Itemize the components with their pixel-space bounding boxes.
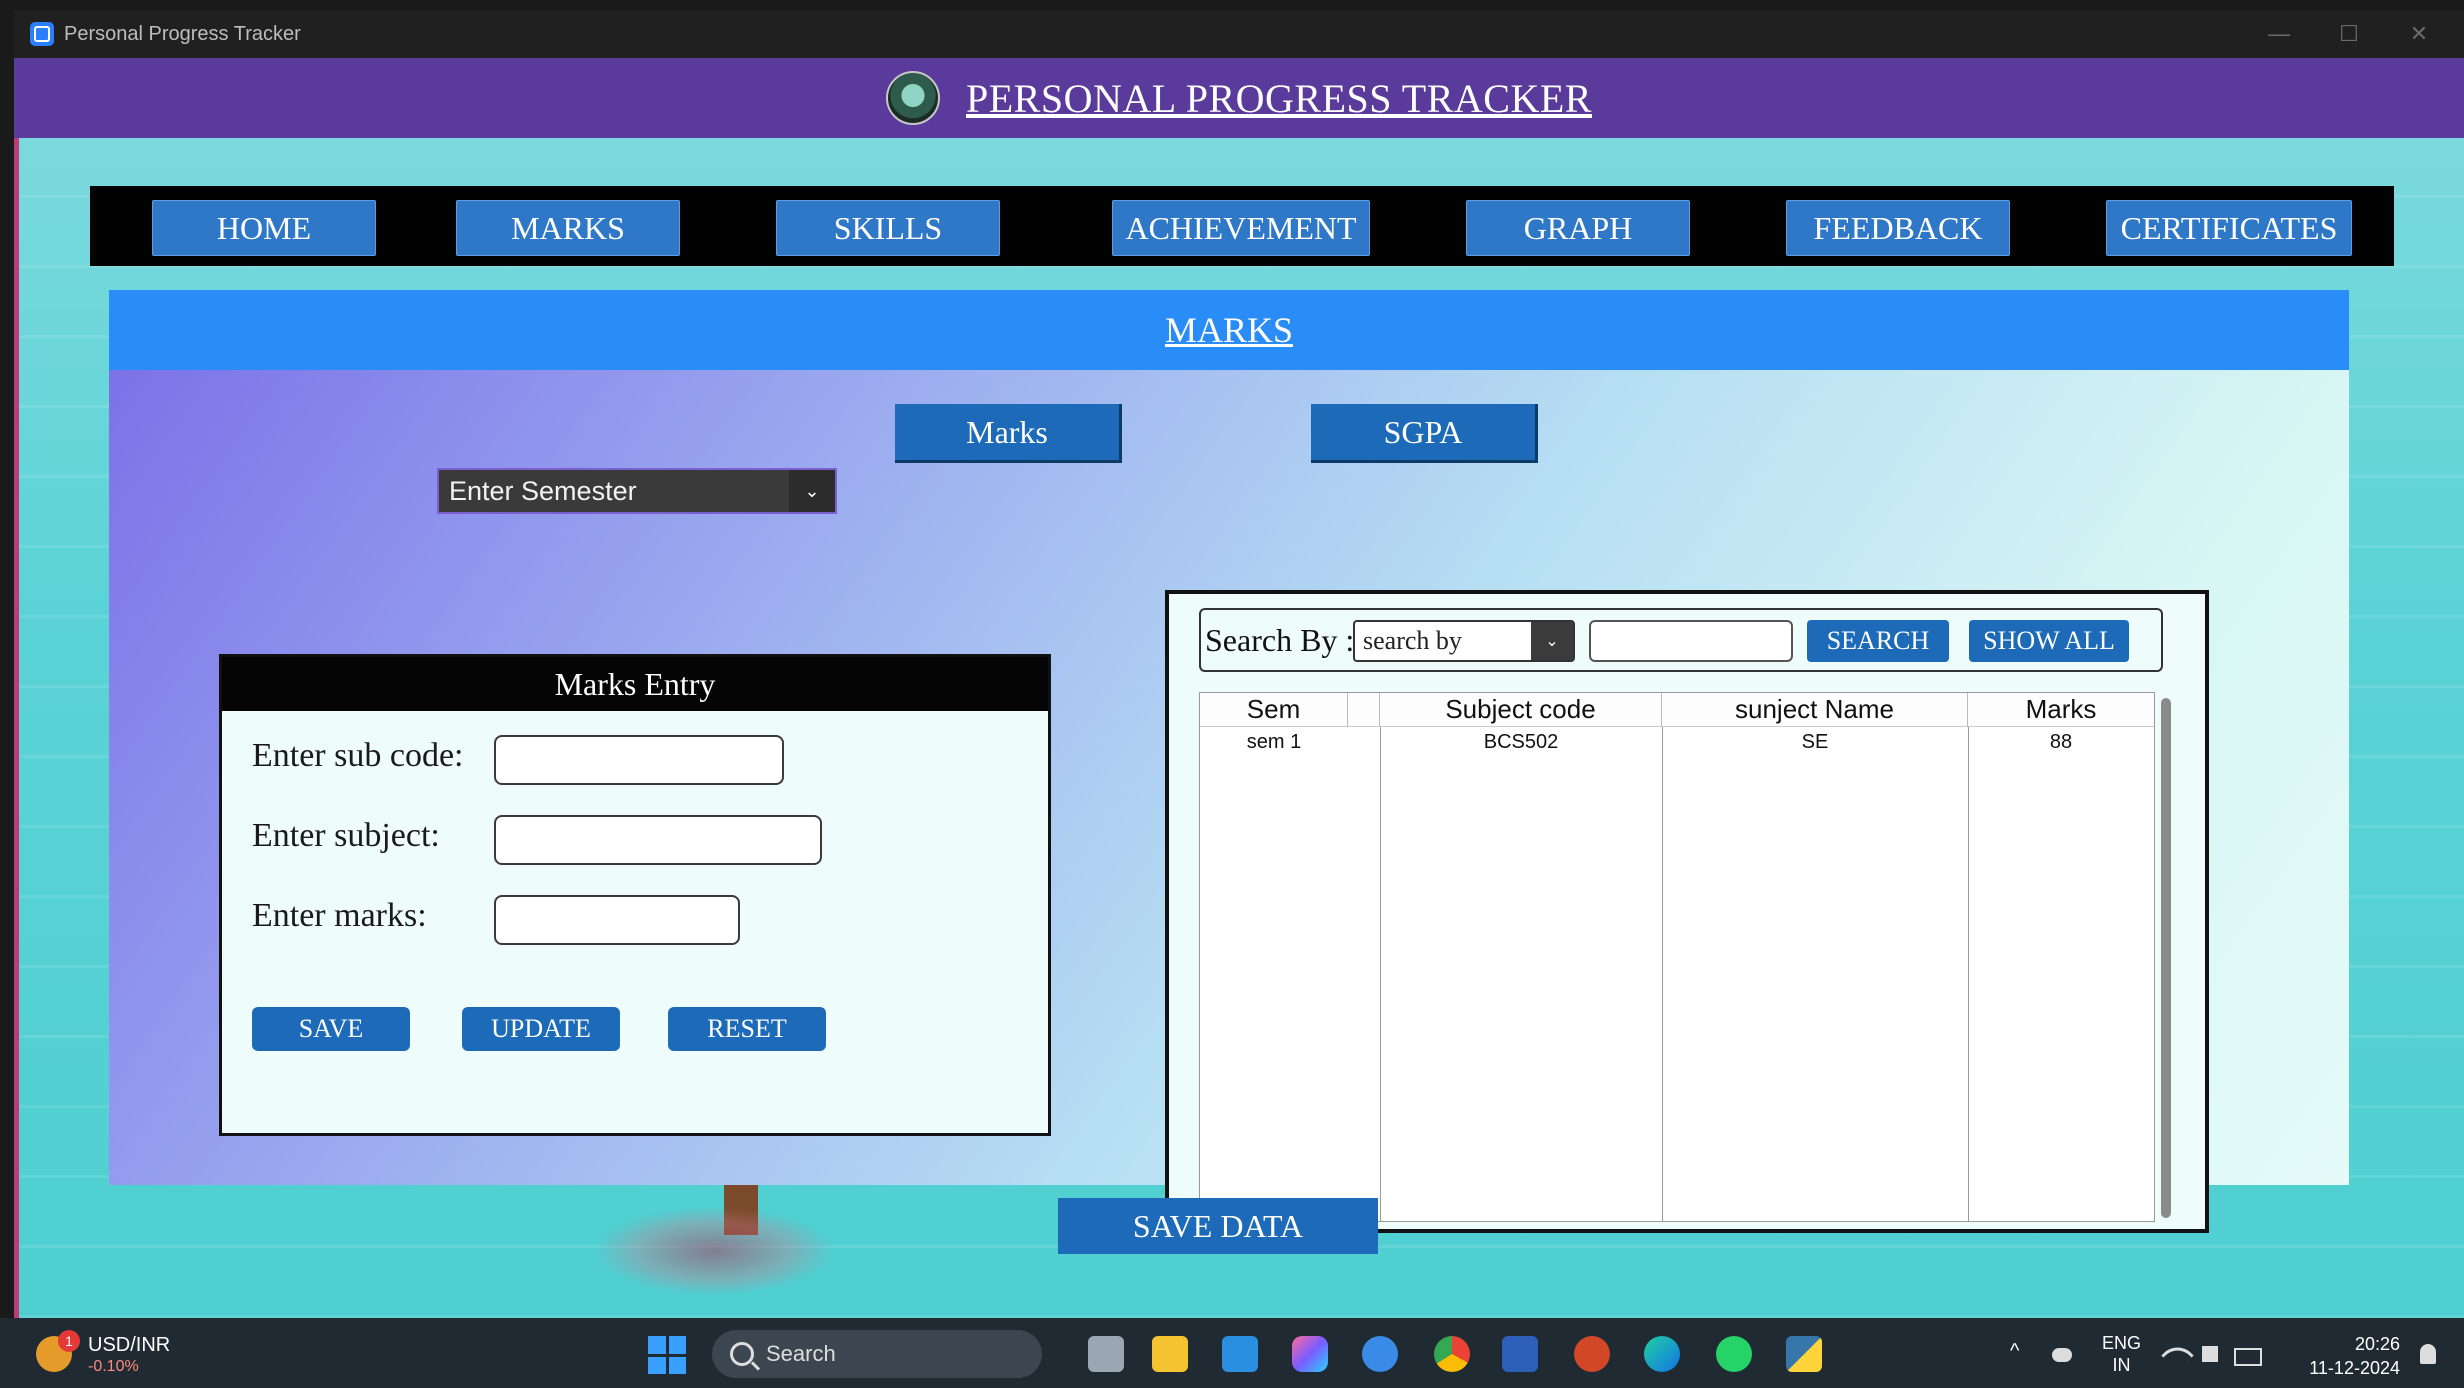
column-divider: [1662, 727, 1663, 1221]
column-header-subject-code[interactable]: Subject code: [1380, 693, 1662, 727]
column-header-subject-name[interactable]: sunject Name: [1662, 693, 1968, 727]
chevron-down-icon[interactable]: ⌄: [789, 470, 835, 512]
taskbar-search-label: Search: [766, 1341, 836, 1366]
subject-input[interactable]: [494, 815, 822, 865]
app-icon[interactable]: [1502, 1336, 1538, 1372]
language-line-2: IN: [2112, 1355, 2131, 1375]
window-controls: — ☐ ✕: [2244, 10, 2454, 58]
edge-icon[interactable]: [1644, 1336, 1680, 1372]
column-header-sem[interactable]: Sem: [1200, 693, 1348, 727]
notification-badge: 1: [58, 1330, 80, 1352]
powerpoint-icon[interactable]: [1574, 1336, 1610, 1372]
semester-select-value: Enter Semester: [449, 475, 637, 506]
chrome-icon[interactable]: [1434, 1336, 1470, 1372]
vscode-icon[interactable]: [1222, 1336, 1258, 1372]
taskbar-search[interactable]: Search: [712, 1330, 1042, 1378]
volume-muted-icon[interactable]: [2202, 1346, 2218, 1362]
whatsapp-icon[interactable]: [1716, 1336, 1752, 1372]
search-button[interactable]: SEARCH: [1807, 620, 1949, 662]
reset-button[interactable]: RESET: [668, 1007, 826, 1051]
clock-time: 20:26: [2354, 1334, 2400, 1354]
onedrive-icon[interactable]: [2052, 1348, 2072, 1362]
minimize-button[interactable]: —: [2244, 21, 2314, 47]
nav-skills-button[interactable]: SKILLS: [776, 200, 1000, 256]
clock-date: 11-12-2024: [2309, 1358, 2400, 1378]
table-cell-marks[interactable]: 88: [1968, 729, 2154, 755]
app-logo: [886, 71, 940, 125]
app-title: PERSONAL PROGRESS TRACKER: [966, 75, 1592, 121]
maximize-button[interactable]: ☐: [2314, 21, 2384, 47]
marks-label: Enter marks:: [252, 897, 427, 934]
currency-widget[interactable]: 1 USD/INR -0.10%: [36, 1330, 196, 1378]
app-window: PERSONAL PROGRESS TRACKER HOME MARKS SKI…: [14, 58, 2464, 1318]
clock[interactable]: 20:26 11-12-2024: [2290, 1332, 2400, 1380]
window-title: Personal Progress Tracker: [64, 22, 301, 45]
table-cell-subject-name[interactable]: SE: [1662, 729, 1968, 755]
search-bar: Search By : search by ⌄ SEARCH SHOW ALL: [1199, 608, 2163, 672]
search-icon: [730, 1342, 754, 1366]
nav-certificates-button[interactable]: CERTIFICATES: [2106, 200, 2352, 256]
close-button[interactable]: ✕: [2384, 21, 2454, 47]
save-button[interactable]: SAVE: [252, 1007, 410, 1051]
table-scrollbar[interactable]: [2161, 698, 2171, 1218]
table-cell-sem[interactable]: sem 1: [1200, 729, 1348, 755]
save-data-button[interactable]: SAVE DATA: [1058, 1198, 1378, 1254]
nav-achievement-button[interactable]: ACHIEVEMENT: [1112, 200, 1370, 256]
currency-pair: USD/INR: [88, 1334, 171, 1356]
panel-title: MARKS: [1164, 310, 1294, 350]
column-header-marks[interactable]: Marks: [1968, 693, 2154, 727]
show-all-button[interactable]: SHOW ALL: [1969, 620, 2129, 662]
nav-graph-button[interactable]: GRAPH: [1466, 200, 1690, 256]
taskbar: 1 USD/INR -0.10% Search ^ ENG IN 20:26 1…: [0, 1318, 2464, 1388]
file-explorer-icon[interactable]: [1152, 1336, 1188, 1372]
update-button[interactable]: UPDATE: [462, 1007, 620, 1051]
system-tray: ^ ENG IN 20:26 11-12-2024: [1990, 1326, 2464, 1382]
marks-input[interactable]: [494, 895, 740, 945]
nav-bar: HOME MARKS SKILLS ACHIEVEMENT GRAPH FEED…: [90, 186, 2394, 266]
search-by-value: search by: [1363, 626, 1462, 655]
copilot-icon[interactable]: [1292, 1336, 1328, 1372]
marks-panel: MARKS Marks SGPA Enter Semester ⌄ Marks …: [109, 290, 2349, 1233]
language-indicator[interactable]: ENG IN: [2102, 1332, 2141, 1376]
window-titlebar: Personal Progress Tracker — ☐ ✕: [14, 10, 2464, 58]
tab-marks[interactable]: Marks: [895, 404, 1122, 463]
start-button[interactable]: [648, 1336, 686, 1374]
records-box: Search By : search by ⌄ SEARCH SHOW ALL …: [1165, 590, 2209, 1233]
marks-entry-form: Marks Entry Enter sub code: Enter subjec…: [219, 654, 1051, 1136]
app-header: PERSONAL PROGRESS TRACKER: [14, 58, 2464, 138]
column-divider: [1968, 727, 1969, 1221]
search-by-label: Search By :: [1205, 622, 1355, 658]
python-icon[interactable]: [1786, 1336, 1822, 1372]
tab-sgpa[interactable]: SGPA: [1311, 404, 1538, 463]
decorative-blossoms: [594, 1206, 834, 1296]
subject-label: Enter subject:: [252, 817, 440, 854]
search-by-select[interactable]: search by ⌄: [1353, 620, 1575, 662]
currency-change: -0.10%: [88, 1358, 139, 1375]
battery-icon[interactable]: [2234, 1348, 2262, 1366]
marks-table[interactable]: Sem Subject code sunject Name Marks sem …: [1199, 692, 2155, 1222]
search-input[interactable]: [1589, 620, 1793, 662]
nav-marks-button[interactable]: MARKS: [456, 200, 680, 256]
table-cell-subject-code[interactable]: BCS502: [1380, 729, 1662, 755]
chevron-down-icon[interactable]: ⌄: [1531, 622, 1573, 660]
marks-entry-title: Marks Entry: [222, 657, 1048, 711]
notification-bell-icon[interactable]: [2420, 1344, 2436, 1364]
app-icon: [30, 22, 54, 46]
wifi-icon[interactable]: [2161, 1339, 2194, 1372]
sub-code-input[interactable]: [494, 735, 784, 785]
help-icon[interactable]: [1362, 1336, 1398, 1372]
column-header-spacer: [1348, 693, 1380, 727]
left-accent-bar: [14, 138, 19, 1318]
semester-select[interactable]: Enter Semester ⌄: [437, 468, 837, 514]
nav-feedback-button[interactable]: FEEDBACK: [1786, 200, 2010, 256]
panel-header: MARKS: [109, 290, 2349, 370]
column-divider: [1380, 727, 1381, 1221]
language-line-1: ENG: [2102, 1333, 2142, 1353]
nav-home-button[interactable]: HOME: [152, 200, 376, 256]
task-view-icon[interactable]: [1088, 1336, 1124, 1372]
sub-code-label: Enter sub code:: [252, 737, 464, 774]
show-hidden-icons-button[interactable]: ^: [2010, 1340, 2019, 1363]
